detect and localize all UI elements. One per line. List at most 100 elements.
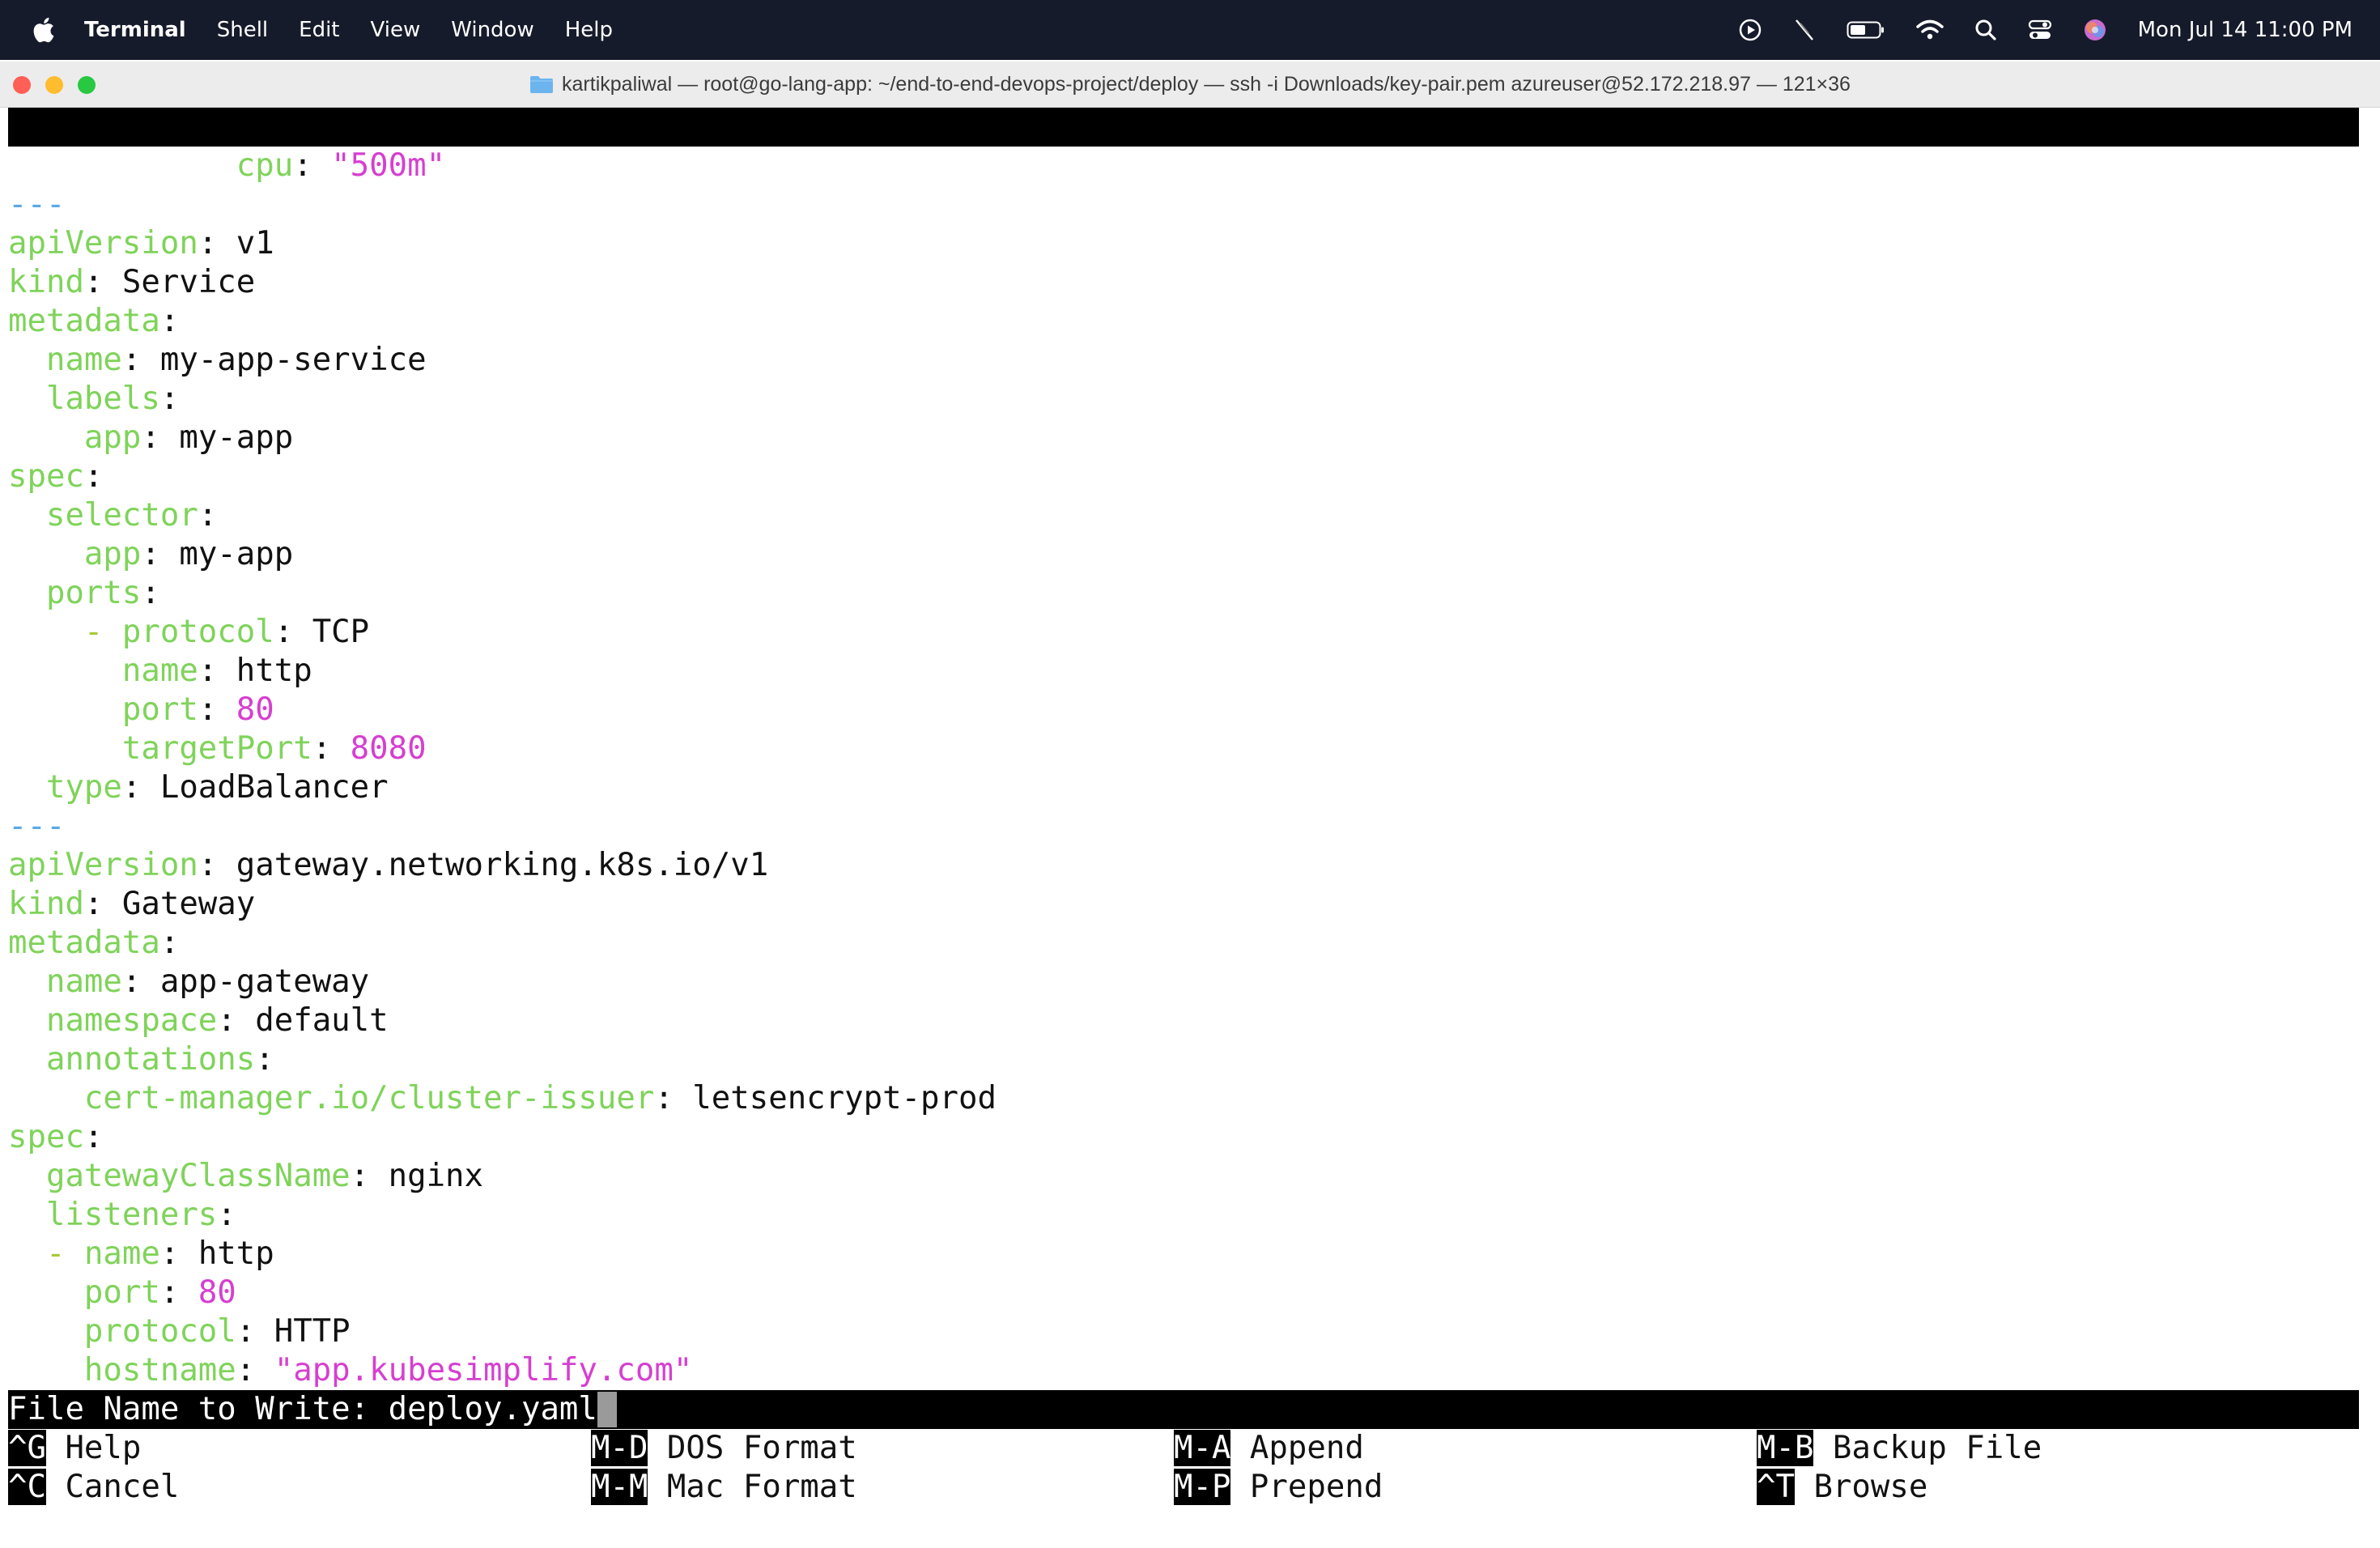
editor-line[interactable]: name: app-gateway xyxy=(8,963,369,1002)
editor-line[interactable]: name: my-app-service xyxy=(8,341,427,380)
editor-line[interactable]: - protocol: TCP xyxy=(8,613,369,652)
muted-slash-icon[interactable] xyxy=(1793,18,1816,42)
shortcut-help[interactable]: ^G Help xyxy=(8,1429,141,1468)
yaml-key: name xyxy=(45,963,122,1000)
menu-app-name[interactable]: Terminal xyxy=(84,18,186,42)
nano-title-bar: GNU nano 6.2 deploy.yaml * xyxy=(8,108,2359,223)
editor-line[interactable]: annotations: xyxy=(8,1040,274,1079)
editor-line[interactable]: listeners: xyxy=(8,1196,236,1235)
yaml-text: : xyxy=(236,1352,274,1389)
menu-edit[interactable]: Edit xyxy=(299,18,339,42)
control-center-icon[interactable] xyxy=(2028,19,2052,41)
shortcut-browse[interactable]: ^T Browse xyxy=(1757,1468,1927,1507)
editor-line[interactable]: spec: xyxy=(8,457,103,496)
editor-line[interactable]: --- xyxy=(8,807,65,846)
editor-line[interactable]: apiVersion: v1 xyxy=(8,224,274,263)
editor-line[interactable]: port: 80 xyxy=(8,691,274,729)
yaml-key: spec xyxy=(8,458,84,495)
yaml-bullet: - xyxy=(83,614,122,650)
editor-line[interactable]: - name: http xyxy=(8,1235,274,1274)
siri-icon[interactable] xyxy=(2083,18,2107,42)
shortcut-dos-format[interactable]: M-D DOS Format xyxy=(591,1429,857,1468)
battery-icon[interactable] xyxy=(1847,20,1885,40)
editor-line[interactable]: spec: xyxy=(8,1118,103,1157)
terminal-viewport[interactable]: GNU nano 6.2 deploy.yaml * cpu: "500m" --… xyxy=(0,108,2380,1548)
yaml-dash: --- xyxy=(8,186,66,223)
shortcut-prepend[interactable]: M-P Prepend xyxy=(1174,1468,1383,1507)
yaml-text: : LoadBalancer xyxy=(121,769,389,806)
yaml-key: name xyxy=(83,1235,160,1272)
yaml-text xyxy=(8,1313,84,1350)
prompt-label: File Name to Write: xyxy=(8,1391,389,1427)
yaml-text: : xyxy=(198,497,218,534)
yaml-text xyxy=(8,381,46,417)
wifi-icon[interactable] xyxy=(1915,19,1944,40)
window-title-text: kartikpaliwal — root@go-lang-app: ~/end-… xyxy=(562,72,1851,96)
yaml-dash: --- xyxy=(8,808,66,844)
text-cursor xyxy=(597,1392,617,1427)
yaml-key: kind xyxy=(8,264,84,300)
shortcut-backup-file[interactable]: M-B Backup File xyxy=(1757,1429,2042,1468)
search-icon[interactable] xyxy=(1974,19,1997,41)
yaml-text xyxy=(8,1274,84,1311)
yaml-key: metadata xyxy=(8,925,160,961)
yaml-key: port xyxy=(121,691,198,728)
yaml-text xyxy=(8,1235,46,1272)
yaml-key: spec xyxy=(8,1119,84,1155)
editor-line[interactable]: protocol: HTTP xyxy=(8,1312,351,1351)
menubar-clock[interactable]: Mon Jul 14 11:00 PM xyxy=(2138,18,2352,42)
yaml-key: app xyxy=(83,419,142,456)
shortcut-label: Backup File xyxy=(1813,1430,2042,1466)
yaml-bullet: - xyxy=(45,1235,84,1272)
menu-help[interactable]: Help xyxy=(565,18,613,42)
yaml-text: : xyxy=(83,1119,104,1155)
editor-line[interactable]: metadata: xyxy=(8,924,179,963)
shortcut-key: M-A xyxy=(1174,1430,1231,1466)
editor-line[interactable]: app: my-app xyxy=(8,535,293,574)
yaml-text: : http xyxy=(159,1235,274,1272)
menu-window[interactable]: Window xyxy=(451,18,534,42)
yaml-text: : gateway.networking.k8s.io/v1 xyxy=(198,847,769,883)
yaml-text: : my-app xyxy=(141,536,294,572)
yaml-text: : nginx xyxy=(350,1158,484,1194)
shortcut-label: Append xyxy=(1230,1430,1364,1466)
menu-view[interactable]: View xyxy=(371,18,421,42)
yaml-text: : default xyxy=(217,1002,389,1039)
editor-line[interactable]: name: http xyxy=(8,652,312,691)
editor-line[interactable]: cpu: "500m" xyxy=(8,147,445,185)
editor-line[interactable]: apiVersion: gateway.networking.k8s.io/v1 xyxy=(8,846,768,885)
shortcut-cancel[interactable]: ^C Cancel xyxy=(8,1468,179,1507)
editor-line[interactable]: ports: xyxy=(8,574,160,613)
editor-line[interactable]: type: LoadBalancer xyxy=(8,768,389,807)
editor-line[interactable]: app: my-app xyxy=(8,419,293,457)
editor-line[interactable]: --- xyxy=(8,185,65,224)
menu-shell[interactable]: Shell xyxy=(217,18,268,42)
status-area: Mon Jul 14 11:00 PM xyxy=(1738,0,2380,60)
editor-line[interactable]: targetPort: 8080 xyxy=(8,729,427,768)
editor-line[interactable]: kind: Service xyxy=(8,263,255,302)
yaml-text xyxy=(8,769,46,806)
editor-line[interactable]: gatewayClassName: nginx xyxy=(8,1157,483,1196)
editor-line[interactable]: cert-manager.io/cluster-issuer: letsencr… xyxy=(8,1079,997,1118)
write-file-prompt[interactable]: File Name to Write: deploy.yaml xyxy=(8,1390,2359,1429)
editor-line[interactable]: metadata: xyxy=(8,302,179,341)
editor-line[interactable]: port: 80 xyxy=(8,1274,236,1312)
editor-line[interactable]: labels: xyxy=(8,380,179,419)
apple-logo-icon[interactable] xyxy=(31,16,55,44)
editor-line[interactable]: selector: xyxy=(8,496,217,535)
yaml-text: : http xyxy=(198,653,312,689)
play-circle-icon[interactable] xyxy=(1738,18,1762,42)
yaml-text xyxy=(8,653,122,689)
editor-line[interactable]: hostname: "app.kubesimplify.com" xyxy=(8,1351,692,1390)
yaml-text xyxy=(8,1352,84,1389)
yaml-key: app xyxy=(83,536,142,572)
yaml-str: "app.kubesimplify.com" xyxy=(274,1352,693,1389)
yaml-text: : xyxy=(312,730,351,767)
editor-line[interactable]: kind: Gateway xyxy=(8,885,255,924)
editor-line[interactable]: namespace: default xyxy=(8,1002,389,1040)
filename-input[interactable]: deploy.yaml xyxy=(389,1391,597,1427)
shortcut-mac-format[interactable]: M-M Mac Format xyxy=(591,1468,857,1507)
yaml-text: : v1 xyxy=(198,225,274,262)
shortcut-append[interactable]: M-A Append xyxy=(1174,1429,1364,1468)
yaml-text: : TCP xyxy=(274,614,370,650)
